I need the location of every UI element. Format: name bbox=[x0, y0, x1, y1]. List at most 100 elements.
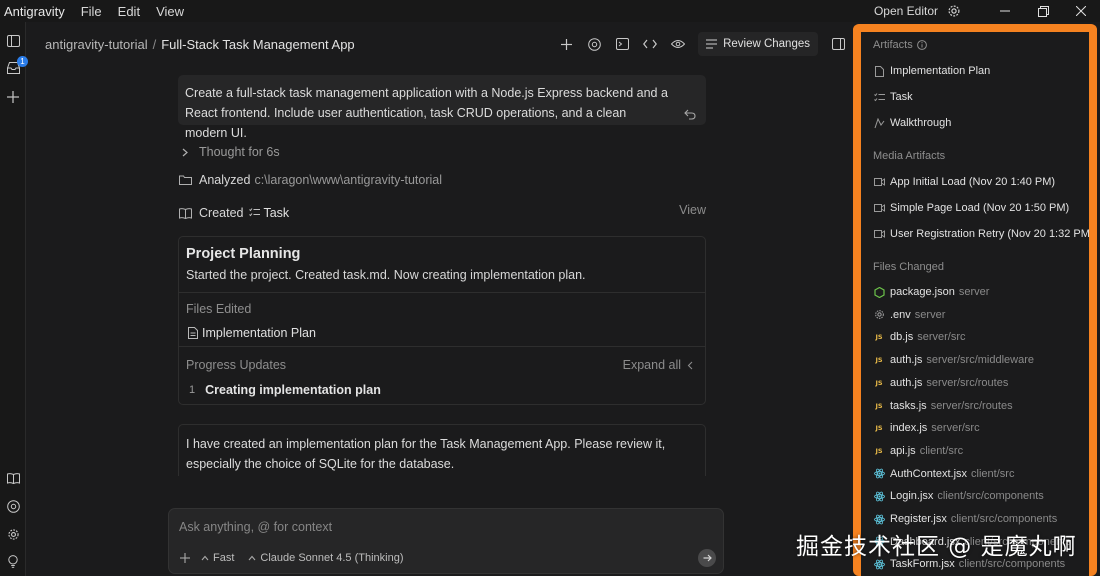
changed-file-name: api.js bbox=[890, 444, 916, 457]
inbox-icon[interactable]: 1 bbox=[4, 56, 28, 77]
user-prompt-bubble: Create a full-stack task management appl… bbox=[178, 75, 706, 140]
restore-icon[interactable] bbox=[1024, 0, 1062, 22]
settings-icon[interactable] bbox=[4, 525, 22, 543]
analyzed-step: Analyzed c:\laragon\www\antigravity-tuto… bbox=[178, 170, 442, 190]
media-item[interactable]: User Registration Retry (Nov 20 1:32 PM) bbox=[873, 226, 1089, 242]
terminal-icon[interactable] bbox=[608, 32, 636, 56]
changed-file-item[interactable]: JS tasks.js server/src/routes bbox=[873, 398, 1013, 414]
close-icon[interactable] bbox=[1062, 0, 1100, 22]
changed-file-path: client/src/components bbox=[937, 490, 1044, 503]
sidebar-toggle-icon[interactable] bbox=[4, 32, 22, 50]
node-icon bbox=[873, 286, 885, 298]
changed-file-item[interactable]: JS index.js server/src bbox=[873, 420, 980, 436]
changed-file-path: server/src bbox=[931, 422, 980, 435]
toggle-panel-icon[interactable] bbox=[824, 32, 852, 56]
js-icon: JS bbox=[875, 446, 883, 455]
changed-file-item[interactable]: JS api.js client/src bbox=[873, 443, 963, 459]
changed-file-name: auth.js bbox=[890, 376, 923, 389]
react-icon bbox=[873, 490, 885, 502]
new-conversation-icon[interactable] bbox=[4, 88, 22, 106]
files-edited-label: Files Edited bbox=[186, 302, 252, 316]
chat-input-placeholder[interactable]: Ask anything, @ for context bbox=[179, 520, 332, 534]
files-section-label: Files Changed bbox=[873, 261, 944, 273]
mode-selector[interactable]: Fast bbox=[201, 552, 234, 564]
changed-file-item[interactable]: package.json server bbox=[873, 284, 989, 300]
model-label: Claude Sonnet 4.5 (Thinking) bbox=[260, 552, 404, 564]
preview-eye-icon[interactable] bbox=[664, 32, 692, 56]
media-item[interactable]: Simple Page Load (Nov 20 1:50 PM) bbox=[873, 200, 1069, 216]
browser-icon[interactable] bbox=[580, 32, 608, 56]
undo-icon[interactable] bbox=[684, 106, 698, 120]
chevron-right-icon bbox=[178, 145, 192, 159]
open-editor-button[interactable]: Open Editor bbox=[874, 4, 938, 18]
watermark-text: 掘金技术社区 @ 是魔丸啊 bbox=[796, 534, 1077, 560]
activity-bar: 1 bbox=[0, 22, 28, 576]
changed-file-path: server/src/routes bbox=[930, 399, 1013, 412]
progress-label: Progress Updates bbox=[186, 358, 287, 372]
code-icon[interactable] bbox=[636, 32, 664, 56]
progress-item-text: Creating implementation plan bbox=[205, 383, 381, 397]
changed-file-name: AuthContext.jsx bbox=[890, 467, 968, 480]
menu-file[interactable]: File bbox=[73, 4, 110, 19]
changed-file-path: server/src/middleware bbox=[926, 354, 1035, 367]
changed-file-name: tasks.js bbox=[890, 399, 927, 412]
breadcrumb-separator: / bbox=[152, 36, 157, 52]
task-card: Project Planning Started the project. Cr… bbox=[178, 236, 706, 405]
analyzed-path[interactable]: c:\laragon\www\antigravity-tutorial bbox=[254, 173, 442, 187]
video-icon bbox=[873, 176, 885, 188]
artifacts-label: Artifacts bbox=[873, 39, 913, 51]
changed-file-item[interactable]: JS auth.js server/src/middleware bbox=[873, 352, 1034, 368]
book-icon[interactable] bbox=[4, 469, 22, 487]
media-name: Simple Page Load (Nov 20 1:50 PM) bbox=[890, 202, 1070, 214]
artifact-item[interactable]: Implementation Plan bbox=[873, 63, 990, 79]
send-icon[interactable] bbox=[698, 549, 716, 567]
chrome-icon[interactable] bbox=[4, 497, 22, 515]
chat-input-box[interactable]: Ask anything, @ for context Fast Claude … bbox=[168, 508, 724, 574]
menu-view[interactable]: View bbox=[148, 4, 192, 19]
media-item[interactable]: App Initial Load (Nov 20 1:40 PM) bbox=[873, 174, 1055, 190]
menu-bar: Antigravity File Edit View Open Editor bbox=[0, 0, 1100, 22]
minimize-icon[interactable] bbox=[986, 0, 1024, 22]
expand-all-button[interactable]: Expand all bbox=[623, 358, 695, 372]
changed-file-item[interactable]: AuthContext.jsx client/src bbox=[873, 466, 1014, 482]
checklist-icon bbox=[873, 91, 885, 103]
card-subtitle: Started the project. Created task.md. No… bbox=[186, 268, 586, 282]
changed-file-item[interactable]: JS auth.js server/src/routes bbox=[873, 375, 1008, 391]
window-controls-area: Open Editor bbox=[874, 0, 1100, 22]
assistant-message: I have created an implementation plan fo… bbox=[178, 424, 706, 476]
view-link[interactable]: View bbox=[679, 203, 706, 217]
document-icon bbox=[873, 65, 885, 77]
progress-item: 1 Creating implementation plan bbox=[189, 383, 381, 397]
edited-file-link[interactable]: Implementation Plan bbox=[188, 326, 316, 340]
created-item[interactable]: Task bbox=[263, 206, 289, 220]
artifact-item[interactable]: Task bbox=[873, 89, 913, 105]
settings-gear-icon[interactable] bbox=[946, 3, 962, 19]
checklist-icon bbox=[249, 206, 261, 220]
changed-file-path: client/src/components bbox=[950, 513, 1058, 525]
changed-file-item[interactable]: .env server bbox=[873, 307, 945, 323]
breadcrumb-workspace[interactable]: antigravity-tutorial bbox=[45, 37, 148, 52]
created-label: Created bbox=[199, 206, 244, 220]
changed-file-item[interactable]: JS db.js server/src bbox=[873, 329, 966, 345]
model-selector[interactable]: Claude Sonnet 4.5 (Thinking) bbox=[248, 552, 404, 564]
menu-edit[interactable]: Edit bbox=[110, 4, 148, 19]
thought-step[interactable]: Thought for 6s bbox=[178, 142, 280, 162]
book-icon bbox=[178, 206, 192, 220]
add-icon[interactable] bbox=[552, 32, 580, 56]
changed-file-path: client/src bbox=[919, 444, 964, 457]
conversation-title: Full-Stack Task Management App bbox=[161, 36, 355, 52]
gear-icon bbox=[873, 309, 885, 321]
js-icon: JS bbox=[875, 378, 883, 387]
changed-file-path: server/src bbox=[917, 331, 966, 344]
artifact-item[interactable]: Walkthrough bbox=[873, 115, 951, 131]
lightbulb-icon[interactable] bbox=[4, 552, 22, 570]
info-icon[interactable] bbox=[916, 40, 927, 50]
review-changes-button[interactable]: Review Changes bbox=[698, 32, 818, 56]
changed-file-item[interactable]: Login.jsx client/src/components bbox=[873, 488, 1044, 504]
add-context-icon[interactable] bbox=[179, 552, 191, 564]
artifact-name: Task bbox=[890, 91, 913, 103]
artifact-name: Implementation Plan bbox=[890, 65, 991, 77]
changed-file-item[interactable]: Register.jsx client/src/components bbox=[873, 511, 1057, 527]
changed-file-path: server bbox=[958, 286, 990, 298]
changed-file-path: client/src bbox=[971, 467, 1015, 480]
